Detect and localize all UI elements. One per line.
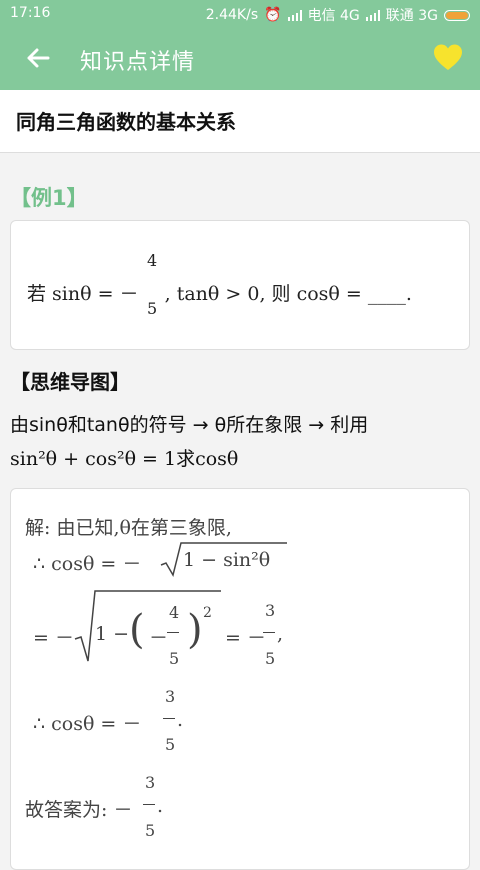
- topic-title: 同角三角函数的基本关系: [16, 110, 236, 134]
- network-speed: 2.44K/s: [205, 7, 259, 23]
- signal-icon-2: [365, 9, 380, 21]
- alarm-icon: ⏰: [264, 7, 282, 23]
- carrier-1: 电信 4G: [307, 8, 360, 24]
- solution-l4-dot: .: [177, 709, 184, 731]
- solution-l3-den: 5: [169, 649, 180, 668]
- app-bar: 知识点详情: [0, 28, 480, 90]
- solution-line-3-inner: 1 −: [95, 623, 130, 645]
- solution-l3-rbar: [263, 632, 275, 633]
- solution-l4-num: 3: [165, 687, 176, 706]
- solution-l5-num: 3: [145, 773, 156, 792]
- status-right: 2.44K/s ⏰ 电信 4G 联通 3G: [206, 5, 470, 25]
- paren-close: ): [187, 607, 203, 653]
- battery-icon: [444, 9, 470, 21]
- solution-l5-bar: [143, 804, 155, 805]
- solution-l4-bar: [163, 718, 175, 719]
- solution-l4-den: 5: [165, 735, 176, 754]
- mindmap-title: 【思维导图】: [10, 370, 130, 394]
- solution-l3-num: 4: [169, 603, 180, 622]
- solution-line-2-root: 1 − sin²θ: [183, 549, 271, 571]
- solution-line-3-neg: －: [149, 627, 169, 649]
- question-prefix-text: 若 sinθ = －: [27, 283, 139, 305]
- frac-den: 5: [147, 299, 158, 318]
- solution-l3-fracbar: [167, 632, 179, 633]
- signal-icon: [287, 9, 302, 21]
- frac-num: 4: [147, 251, 158, 270]
- status-bar: 17:16 2.44K/s ⏰ 电信 4G 联通 3G: [0, 0, 480, 28]
- solution-l3-rnum: 3: [265, 601, 276, 620]
- question-prefix: 若 sinθ = － , tanθ > 0, 则 cosθ = ____.: [27, 279, 412, 306]
- solution-line-2-prefix: ∴ cosθ = －: [33, 553, 142, 575]
- mindmap-line-1: 由sinθ和tanθ的符号 → θ所在象限 → 利用: [10, 414, 369, 436]
- solution-card: 解: 由已知,θ在第三象限, ∴ cosθ = － 1 − sin²θ = － …: [10, 488, 470, 870]
- solution-l5-dot: .: [157, 795, 164, 817]
- topic-header: 同角三角函数的基本关系: [0, 90, 480, 153]
- question-suffix: , tanθ > 0, 则 cosθ = ____.: [164, 283, 412, 305]
- heart-icon[interactable]: [432, 42, 464, 74]
- solution-l3-comma: ,: [277, 623, 284, 645]
- solution-line-3-res: = －: [225, 627, 266, 649]
- question-card: 若 sinθ = － , tanθ > 0, 则 cosθ = ____. 4 …: [10, 220, 470, 350]
- solution-line-1: 解: 由已知,θ在第三象限,: [25, 517, 232, 539]
- solution-line-4-prefix: ∴ cosθ = －: [33, 713, 142, 735]
- example-tag: 【例1】: [10, 186, 88, 210]
- mindmap-line-2: sin²θ + cos²θ = 1求cosθ: [10, 448, 239, 470]
- page-title: 知识点详情: [80, 50, 196, 75]
- arrow-left-icon[interactable]: [22, 42, 54, 74]
- solution-line-5-prefix: 故答案为: －: [25, 799, 133, 821]
- status-time: 17:16: [10, 5, 51, 21]
- solution-l5-den: 5: [145, 821, 156, 840]
- solution-l3-exp: 2: [203, 605, 212, 621]
- carrier-2: 联通 3G: [385, 8, 438, 24]
- solution-line-3-eq: = －: [33, 627, 74, 649]
- paren-open: (: [129, 607, 145, 653]
- mindmap-body: 由sinθ和tanθ的符号 → θ所在象限 → 利用 sin²θ + cos²θ…: [10, 408, 470, 476]
- solution-l3-rden: 5: [265, 649, 276, 668]
